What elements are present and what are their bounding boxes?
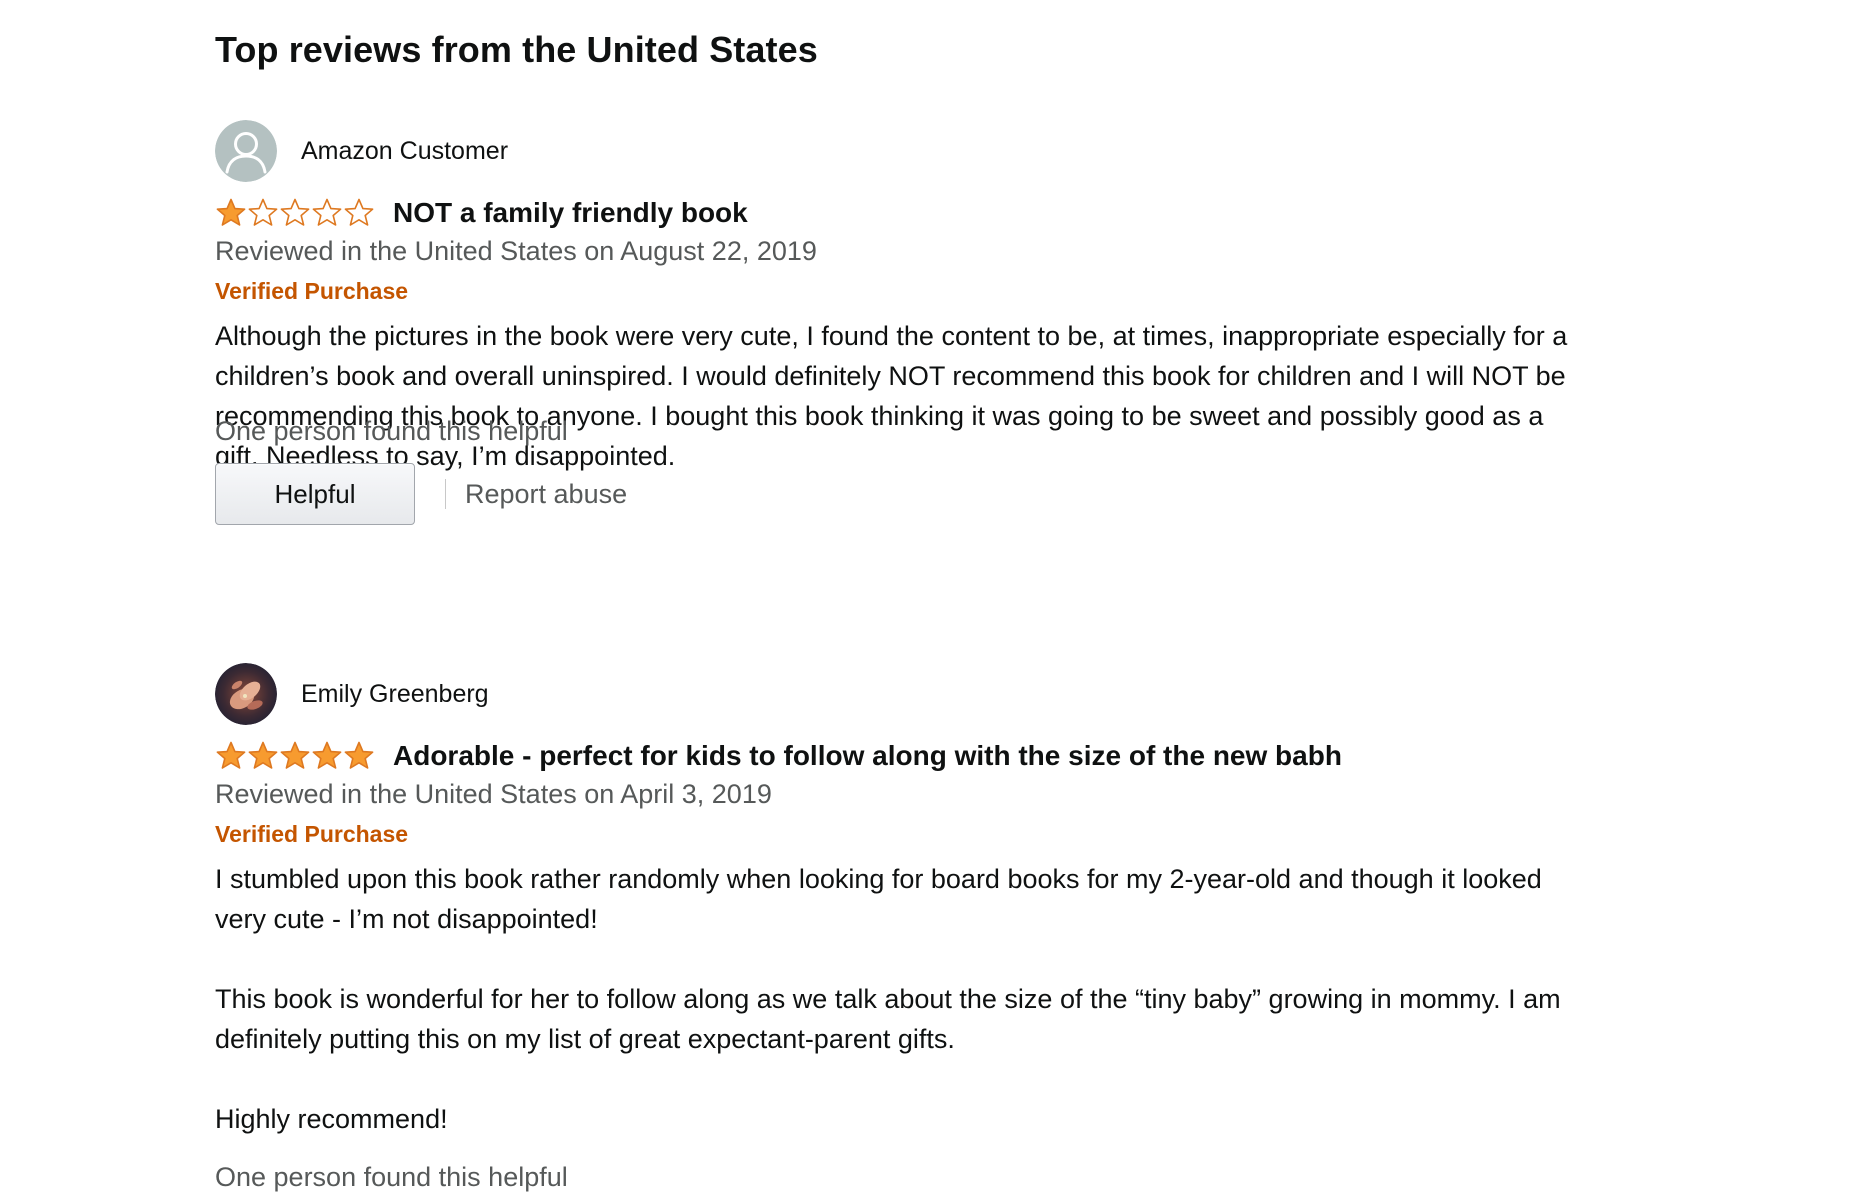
helpful-button[interactable]: Helpful xyxy=(215,463,415,525)
star-filled-icon xyxy=(280,741,310,769)
reviewer-name[interactable]: Emily Greenberg xyxy=(301,678,489,710)
star-filled-icon xyxy=(248,741,278,769)
star-rating[interactable] xyxy=(215,196,375,230)
review-title-row: Adorable - perfect for kids to follow al… xyxy=(215,737,1342,775)
star-filled-icon xyxy=(312,741,342,769)
star-filled-icon xyxy=(344,741,374,769)
review-actions: Helpful Report abuse xyxy=(215,463,627,525)
review-title[interactable]: NOT a family friendly book xyxy=(393,195,748,231)
default-person-avatar-icon xyxy=(215,120,277,182)
review-paragraph: Highly recommend! xyxy=(215,1104,448,1134)
helpful-count-text: One person found this helpful xyxy=(215,1162,568,1192)
star-empty-icon xyxy=(280,198,310,226)
reviewer-name[interactable]: Amazon Customer xyxy=(301,135,508,167)
star-filled-icon xyxy=(216,741,246,769)
verified-purchase-badge[interactable]: Verified Purchase xyxy=(215,819,408,849)
reviewer-profile[interactable]: Amazon Customer xyxy=(215,120,508,182)
review-paragraph: This book is wonderful for her to follow… xyxy=(215,984,1561,1054)
review-text: Although the pictures in the book were v… xyxy=(215,316,1585,476)
section-title: Top reviews from the United States xyxy=(215,29,818,70)
review-date: Reviewed in the United States on April 3… xyxy=(215,779,772,809)
review-paragraph: Although the pictures in the book were v… xyxy=(215,321,1568,471)
review-title[interactable]: Adorable - perfect for kids to follow al… xyxy=(393,738,1342,774)
verified-purchase-badge[interactable]: Verified Purchase xyxy=(215,276,408,306)
report-abuse-link[interactable]: Report abuse xyxy=(465,477,627,511)
star-filled-icon xyxy=(216,198,246,226)
review-title-row: NOT a family friendly book xyxy=(215,194,748,232)
review-paragraph: I stumbled upon this book rather randoml… xyxy=(215,864,1542,934)
star-empty-icon xyxy=(248,198,278,226)
review-text: I stumbled upon this book rather randoml… xyxy=(215,859,1585,1139)
profile-photo-avatar xyxy=(215,663,277,725)
star-empty-icon xyxy=(312,198,342,226)
star-empty-icon xyxy=(344,198,374,226)
reviewer-profile[interactable]: Emily Greenberg xyxy=(215,663,489,725)
review-date: Reviewed in the United States on August … xyxy=(215,236,817,266)
action-divider xyxy=(445,479,446,509)
star-rating[interactable] xyxy=(215,739,375,773)
helpful-count-text: One person found this helpful xyxy=(215,416,568,446)
